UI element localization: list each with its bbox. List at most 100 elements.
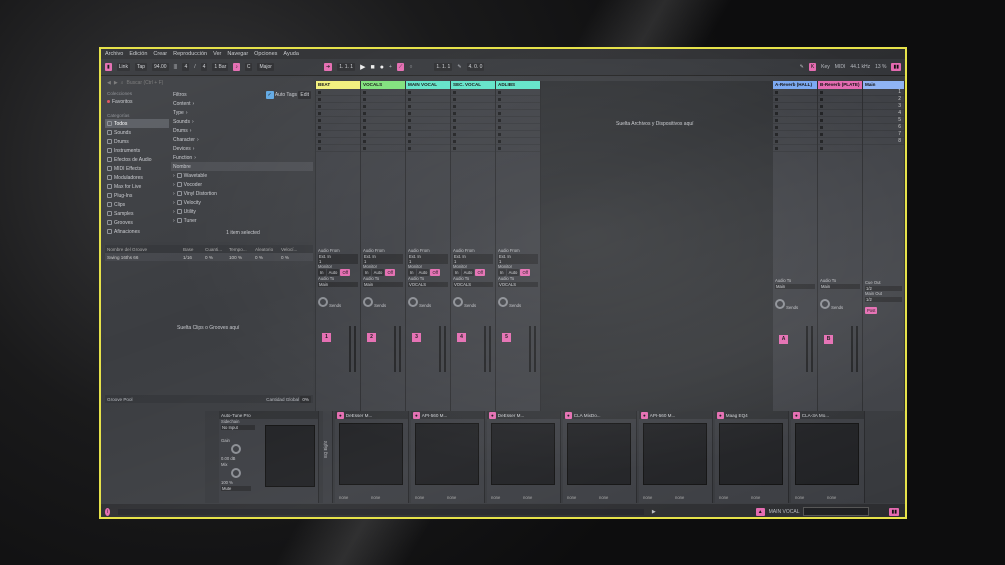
stop-icon[interactable]: ■ — [370, 64, 374, 71]
device-ui-area[interactable] — [339, 423, 403, 485]
track-activator-button[interactable]: B — [824, 335, 833, 344]
timesig-num[interactable]: 4 — [182, 63, 190, 71]
audio-to-select[interactable]: Main — [363, 282, 403, 287]
monitor-in-button[interactable]: In — [408, 269, 416, 276]
clip-stop-icon[interactable] — [498, 97, 501, 101]
clip-slot[interactable] — [496, 89, 540, 96]
send-knob[interactable] — [408, 297, 418, 307]
clip-slot[interactable] — [451, 124, 495, 131]
clip-stop-icon[interactable] — [820, 139, 823, 143]
sidebar-item-sounds[interactable]: Sounds — [105, 128, 169, 137]
clip-slot[interactable] — [496, 124, 540, 131]
clip-slot[interactable] — [451, 145, 495, 152]
quantize-select[interactable]: 1 Bar — [212, 63, 229, 71]
clip-slot[interactable] — [361, 145, 405, 152]
volume-fader[interactable] — [851, 326, 853, 372]
send-knob[interactable] — [453, 297, 463, 307]
clip-slot[interactable] — [406, 131, 450, 138]
scale-toggle-icon[interactable]: ♪ — [233, 63, 240, 71]
clip-slot[interactable] — [316, 110, 360, 117]
sidebar-item-todos[interactable]: Todos — [105, 119, 169, 128]
clip-slot[interactable] — [496, 145, 540, 152]
metronome-icon[interactable]: ||| — [174, 64, 178, 70]
clip-stop-icon[interactable] — [820, 118, 823, 122]
link-button[interactable]: Link — [116, 63, 130, 71]
clip-stop-icon[interactable] — [775, 111, 778, 115]
clip-slot[interactable] — [451, 131, 495, 138]
clip-slot[interactable] — [773, 124, 817, 131]
device-select-right[interactable]: none — [675, 495, 684, 500]
clip-slot[interactable] — [451, 110, 495, 117]
autotags-label[interactable]: Auto Tags — [275, 92, 297, 98]
clip-stop-icon[interactable] — [318, 118, 321, 122]
device-power-icon[interactable]: ● — [337, 411, 344, 419]
menu-opciones[interactable]: Opciones — [254, 51, 277, 57]
clip-slot[interactable] — [773, 131, 817, 138]
device-ui-area[interactable] — [719, 423, 783, 485]
clip-stop-icon[interactable] — [363, 125, 366, 129]
play-arrow-icon[interactable]: ▶ — [652, 509, 656, 515]
loop-length[interactable]: 4. 0. 0 — [466, 63, 485, 71]
clip-stop-icon[interactable] — [820, 90, 823, 94]
clip-slot[interactable] — [361, 131, 405, 138]
device-power-icon[interactable]: ● — [717, 411, 724, 419]
clip-stop-icon[interactable] — [498, 104, 501, 108]
clip-stop-icon[interactable] — [498, 111, 501, 115]
clip-stop-icon[interactable] — [498, 118, 501, 122]
global-amount-field[interactable]: 0% — [300, 395, 311, 403]
clip-stop-icon[interactable] — [453, 97, 456, 101]
clip-stop-icon[interactable] — [820, 97, 823, 101]
clip-slot[interactable] — [361, 138, 405, 145]
play-icon[interactable]: ▶ — [360, 63, 365, 71]
mini-overview[interactable] — [803, 507, 870, 516]
clip-stop-icon[interactable] — [453, 132, 456, 136]
clip-stop-icon[interactable] — [820, 125, 823, 129]
track-activator-button[interactable]: 4 — [457, 333, 466, 342]
tap-button[interactable]: Tap — [134, 63, 148, 71]
track-header[interactable]: B-Reverb (PLATE) — [818, 81, 862, 89]
monitor-auto-button[interactable]: Auto — [461, 269, 475, 276]
clip-stop-icon[interactable] — [318, 111, 321, 115]
device-select-left[interactable]: none — [491, 495, 500, 500]
device-header[interactable]: ● DeEsser M... — [487, 411, 560, 419]
back-icon[interactable]: ◀ — [107, 80, 111, 86]
monitor-in-button[interactable]: In — [453, 269, 461, 276]
clip-slot[interactable] — [818, 145, 862, 152]
filter-content[interactable]: Content › — [171, 99, 313, 108]
clip-slot[interactable] — [406, 103, 450, 110]
clip-slot[interactable] — [316, 96, 360, 103]
clip-stop-icon[interactable] — [775, 97, 778, 101]
menu-reproduccion[interactable]: Reproducción — [173, 51, 207, 57]
track-activator-button[interactable]: 5 — [502, 333, 511, 342]
monitor-off-button[interactable]: Off — [430, 269, 440, 276]
clip-slot[interactable] — [361, 89, 405, 96]
audio-to-select[interactable]: VOCALS — [498, 282, 538, 287]
clip-stop-icon[interactable] — [363, 118, 366, 122]
clip-slot[interactable] — [773, 110, 817, 117]
track-header[interactable]: ADLIBS — [496, 81, 540, 89]
clip-slot[interactable] — [361, 117, 405, 124]
sidebar-item-tunings[interactable]: Afinaciones — [105, 227, 169, 236]
scene-launch[interactable]: 7 — [863, 131, 904, 138]
clip-stop-icon[interactable] — [775, 118, 778, 122]
track-header[interactable]: SEC. VOCAL — [451, 81, 495, 89]
track-activator-button[interactable]: 2 — [367, 333, 376, 342]
clip-slot[interactable] — [818, 131, 862, 138]
clip-slot[interactable] — [496, 96, 540, 103]
clip-stop-icon[interactable] — [820, 111, 823, 115]
clip-stop-icon[interactable] — [318, 139, 321, 143]
send-knob[interactable] — [498, 297, 508, 307]
device-header[interactable]: ● DeEsser M... — [335, 411, 408, 419]
send-knob[interactable] — [775, 299, 785, 309]
clip-stop-icon[interactable] — [453, 111, 456, 115]
forward-icon[interactable]: ▶ — [114, 80, 118, 86]
groove-col-timing[interactable]: Tempo... — [229, 247, 255, 252]
menu-navegar[interactable]: Navegar — [227, 51, 248, 57]
device-select-right[interactable]: none — [599, 495, 608, 500]
track-header[interactable]: BEAT — [316, 81, 360, 89]
name-column-header[interactable]: Nombre — [171, 162, 313, 171]
clip-slot[interactable] — [496, 110, 540, 117]
track-header[interactable]: A-Reverb (HALL) — [773, 81, 817, 89]
clip-slot[interactable] — [773, 138, 817, 145]
filters-header[interactable]: Filtros ✓ Auto Tags Edit — [171, 90, 313, 99]
